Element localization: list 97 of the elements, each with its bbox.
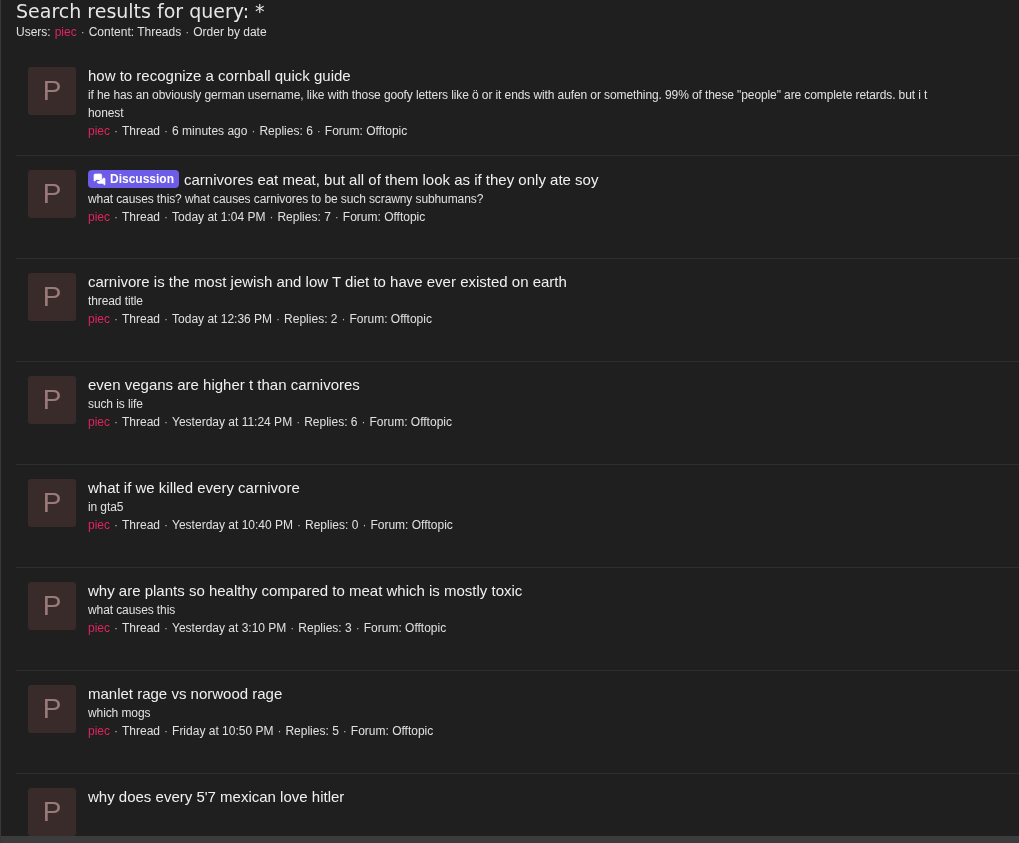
separator-dot: ·: [316, 124, 321, 138]
separator-dot: ·: [164, 724, 169, 738]
separator-dot: ·: [114, 724, 118, 738]
author-link[interactable]: piec: [88, 518, 110, 532]
separator-dot: ·: [114, 124, 118, 138]
thread-snippet: what causes this? what causes carnivores to be such scrawny subhumans?: [88, 192, 485, 206]
meta-text: Forum: Offtopic: [342, 210, 426, 224]
thread-title[interactable]: why are plants so healthy compared to meat which is mostly toxic: [88, 582, 523, 599]
meta-text: Thread: [122, 415, 161, 429]
user-avatar[interactable]: P: [28, 479, 76, 527]
separator-dot: ·: [164, 518, 169, 532]
page-title: Search results for query: *: [16, 0, 266, 22]
meta-text: Replies: 6: [259, 124, 313, 138]
user-avatar[interactable]: P: [28, 273, 76, 321]
user-avatar[interactable]: P: [28, 67, 76, 115]
meta-text: Forum: Offtopic: [369, 415, 452, 429]
author-link[interactable]: piec: [88, 312, 110, 326]
thread-snippet: thread title: [88, 294, 144, 308]
user-avatar[interactable]: P: [28, 685, 76, 733]
user-avatar[interactable]: P: [28, 582, 76, 630]
meta-text: Thread: [122, 621, 161, 635]
meta-text: Replies: 3: [298, 621, 352, 635]
meta-text: Yesterday at 3:10 PM: [172, 621, 287, 635]
separator-dot: ·: [341, 312, 346, 326]
discussion-badge: Discussion: [88, 170, 180, 188]
author-link[interactable]: piec: [88, 124, 110, 138]
separator-dot: ·: [296, 415, 301, 429]
meta-text: Replies: 5: [285, 724, 339, 738]
separator-dot: ·: [290, 621, 295, 635]
separator-dot: ·: [185, 25, 190, 39]
thread-title[interactable]: carnivore is the most jewish and low T diet to have ever existed on earth: [88, 273, 567, 290]
separator-dot: ·: [361, 415, 366, 429]
author-link[interactable]: piec: [88, 724, 110, 738]
separator-dot: ·: [355, 621, 360, 635]
separator-dot: ·: [164, 124, 169, 138]
filter-label: Content: Threads: [88, 25, 182, 39]
author-link[interactable]: piec: [88, 621, 110, 635]
thread-snippet: what causes this: [88, 603, 177, 617]
meta-text: Replies: 6: [304, 415, 358, 429]
meta-text: Forum: Offtopic: [349, 312, 432, 326]
separator-dot: ·: [80, 25, 85, 39]
separator-dot: ·: [114, 210, 118, 224]
user-avatar[interactable]: P: [28, 170, 76, 218]
author-link[interactable]: piec: [88, 415, 110, 429]
filter-label: Order by date: [193, 25, 267, 39]
separator-dot: ·: [269, 210, 274, 224]
meta-text: Forum: Offtopic: [363, 621, 447, 635]
separator-dot: ·: [297, 518, 301, 532]
horizontal-scrollbar[interactable]: [1, 836, 1019, 843]
separator-dot: ·: [164, 312, 169, 326]
meta-text: Forum: Offtopic: [370, 518, 453, 532]
user-avatar[interactable]: P: [28, 376, 76, 424]
meta-text: Today at 12:36 PM: [172, 312, 273, 326]
thread-snippet: honest: [88, 106, 125, 120]
meta-text: 6 minutes ago: [172, 124, 248, 138]
thread-title[interactable]: carnivores eat meat, but all of them look as if they only ate soy: [184, 170, 599, 188]
user-link[interactable]: piec: [54, 25, 77, 39]
separator-dot: ·: [251, 124, 256, 138]
thread-title[interactable]: what if we killed every carnivore: [88, 479, 300, 496]
thread-snippet: such is life: [88, 397, 144, 411]
thread-title[interactable]: how to recognize a cornball quick guide: [88, 67, 351, 84]
thread-snippet: in gta5: [88, 500, 125, 514]
separator-dot: ·: [164, 210, 169, 224]
meta-text: Yesterday at 11:24 PM: [172, 415, 293, 429]
meta-text: Replies: 7: [277, 210, 331, 224]
separator-dot: ·: [362, 518, 367, 532]
meta-text: Thread: [122, 124, 161, 138]
chat-icon: [93, 172, 106, 186]
separator-dot: ·: [114, 518, 118, 532]
thread-title[interactable]: manlet rage vs norwood rage: [88, 685, 283, 702]
filter-label: Users:: [16, 25, 51, 39]
separator-dot: ·: [277, 724, 282, 738]
meta-text: Thread: [122, 518, 161, 532]
meta-text: Thread: [122, 724, 161, 738]
thread-snippet: if he has an obviously german username, like with those goofy letters like ö or it ends with aufen or something. 99% of these "people" are complete retards. but i t: [88, 88, 928, 102]
separator-dot: ·: [342, 724, 347, 738]
separator-dot: ·: [164, 621, 169, 635]
meta-text: Replies: 2: [284, 312, 338, 326]
thread-title[interactable]: why does every 5'7 mexican love hitler: [88, 788, 345, 805]
separator-dot: ·: [114, 312, 118, 326]
meta-text: Yesterday at 10:40 PM: [172, 518, 293, 532]
separator-dot: ·: [164, 415, 169, 429]
meta-text: Forum: Offtopic: [350, 724, 434, 738]
user-avatar[interactable]: P: [28, 788, 76, 836]
meta-text: Replies: 0: [305, 518, 359, 532]
separator-dot: ·: [334, 210, 339, 224]
thread-title[interactable]: even vegans are higher t than carnivores: [88, 376, 360, 393]
separator-dot: ·: [114, 621, 118, 635]
author-link[interactable]: piec: [88, 210, 110, 224]
separator-dot: ·: [276, 312, 281, 326]
meta-text: Today at 1:04 PM: [172, 210, 266, 224]
meta-text: Thread: [122, 312, 161, 326]
meta-text: Friday at 10:50 PM: [172, 724, 274, 738]
separator-dot: ·: [114, 415, 118, 429]
meta-text: Thread: [122, 210, 161, 224]
thread-snippet: which mogs: [88, 706, 152, 720]
meta-text: Forum: Offtopic: [324, 124, 408, 138]
